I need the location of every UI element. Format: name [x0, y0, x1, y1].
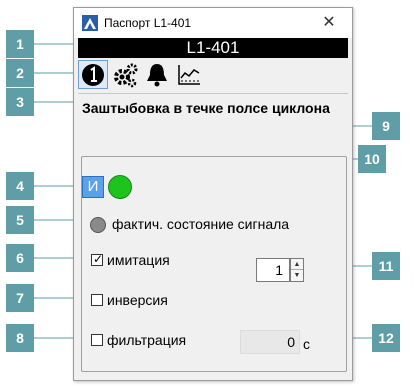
- tab-info[interactable]: [78, 60, 108, 89]
- title-bar[interactable]: Паспорт L1-401 ✕: [74, 8, 352, 38]
- callout-12: 12: [372, 324, 400, 352]
- imitation-stepper: ▲ ▼: [290, 258, 304, 282]
- callout-10: 10: [358, 145, 386, 173]
- filter-time-input[interactable]: 0: [240, 330, 300, 354]
- mode-button[interactable]: И: [82, 176, 104, 198]
- stepper-down-button[interactable]: ▼: [291, 270, 303, 281]
- arrow-down-icon: ▼: [293, 272, 301, 279]
- tag-header: L1-401: [78, 38, 348, 58]
- callout-7: 7: [6, 284, 34, 312]
- filter-time-unit: с: [303, 336, 310, 352]
- stepper-up-button[interactable]: ▲: [291, 259, 303, 270]
- object-name: Заштыбовка в течке полсе циклона: [82, 100, 330, 116]
- signal-state-label: фактич. состояние сигнала: [112, 216, 290, 232]
- close-button[interactable]: ✕: [314, 10, 344, 36]
- gears-icon: [114, 63, 138, 88]
- imitation-label: имитация: [107, 252, 170, 268]
- filtering-checkbox[interactable]: [91, 334, 103, 346]
- bell-icon: [147, 64, 167, 87]
- callout-2: 2: [6, 59, 34, 87]
- app-logo-icon: [82, 15, 98, 31]
- toolbar: [78, 59, 348, 91]
- callout-3: 3: [6, 88, 34, 116]
- imitation-value: 1: [275, 262, 283, 278]
- imitation-value-input[interactable]: 1: [256, 258, 290, 282]
- close-icon: ✕: [322, 14, 336, 31]
- arrow-up-icon: ▲: [293, 261, 301, 268]
- inversion-label: инверсия: [107, 292, 168, 308]
- callout-4: 4: [6, 172, 34, 200]
- tab-settings[interactable]: [110, 60, 140, 89]
- tab-trend[interactable]: [174, 60, 204, 89]
- callout-6: 6: [6, 244, 34, 272]
- check-icon: ✓: [93, 252, 104, 266]
- info-circle-icon: [82, 64, 104, 86]
- filtering-label: фильтрация: [107, 332, 187, 348]
- trend-chart-icon: [178, 65, 200, 85]
- callout-11: 11: [372, 252, 400, 280]
- status-led: [108, 175, 132, 199]
- callout-8: 8: [6, 324, 34, 352]
- inversion-checkbox[interactable]: [91, 294, 103, 306]
- filter-time-value: 0: [287, 334, 295, 350]
- toolbar-divider: [78, 93, 348, 94]
- callout-1: 1: [6, 30, 34, 58]
- tab-alarms[interactable]: [142, 60, 172, 89]
- callout-5: 5: [6, 206, 34, 234]
- passport-window: Паспорт L1-401 ✕ L1-401 Заштыбовка в теч…: [73, 7, 353, 381]
- imitation-checkbox[interactable]: ✓: [91, 252, 104, 266]
- signal-state-led: [90, 217, 106, 233]
- window-title: Паспорт L1-401: [104, 16, 192, 30]
- callout-9: 9: [372, 112, 400, 140]
